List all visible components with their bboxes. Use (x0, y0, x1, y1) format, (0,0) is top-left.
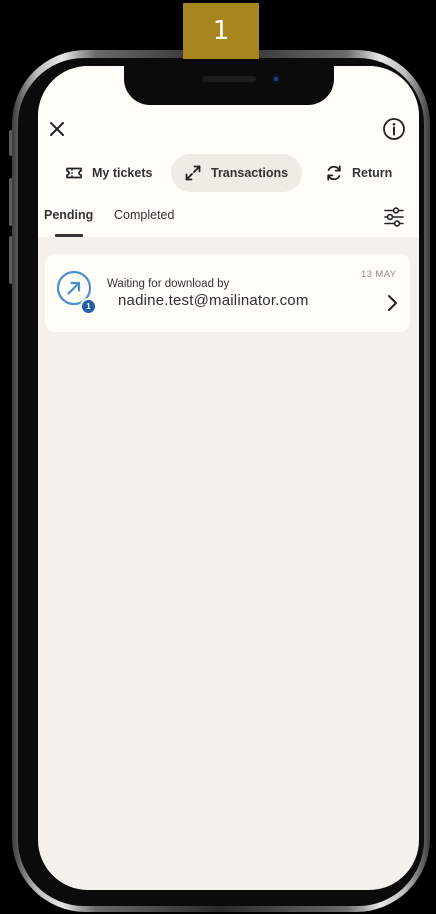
phone-screen: My tickets Transactions Return Pending C… (38, 66, 419, 890)
stage: 1 My tickets Transactions Return Pending… (0, 0, 436, 914)
tab-my-tickets-label: My tickets (92, 166, 153, 180)
active-subtab-indicator (55, 234, 83, 237)
transaction-date: 13 MAY (361, 269, 397, 280)
phone-speaker (202, 76, 256, 82)
ticket-icon (66, 167, 82, 179)
transfer-arrows-icon (185, 165, 201, 181)
transaction-count-badge: 1 (80, 298, 97, 315)
refresh-icon (327, 165, 341, 181)
info-icon[interactable] (382, 117, 406, 141)
transaction-item[interactable]: 1 Waiting for download by nadine.test@ma… (45, 254, 410, 332)
transaction-title: Waiting for download by (107, 278, 230, 290)
main-tab-bar: My tickets Transactions Return (38, 154, 419, 192)
front-camera (271, 74, 281, 84)
transaction-recipient-email: nadine.test@mailinator.com (118, 292, 309, 309)
subtab-pending[interactable]: Pending (44, 208, 93, 222)
tab-my-tickets[interactable]: My tickets (60, 154, 156, 192)
tab-transactions[interactable]: Transactions (171, 154, 302, 192)
filter-sliders-icon[interactable] (383, 206, 405, 228)
status-subtabs: Pending Completed (38, 202, 419, 237)
tab-return[interactable]: Return (320, 154, 396, 192)
close-icon[interactable] (46, 118, 68, 140)
tab-transactions-label: Transactions (211, 166, 289, 180)
subtab-completed[interactable]: Completed (114, 208, 174, 222)
phone-notch (124, 60, 334, 105)
step-number-badge: 1 (183, 3, 259, 59)
tab-return-label: Return (352, 166, 393, 180)
chevron-right-icon (388, 295, 397, 311)
